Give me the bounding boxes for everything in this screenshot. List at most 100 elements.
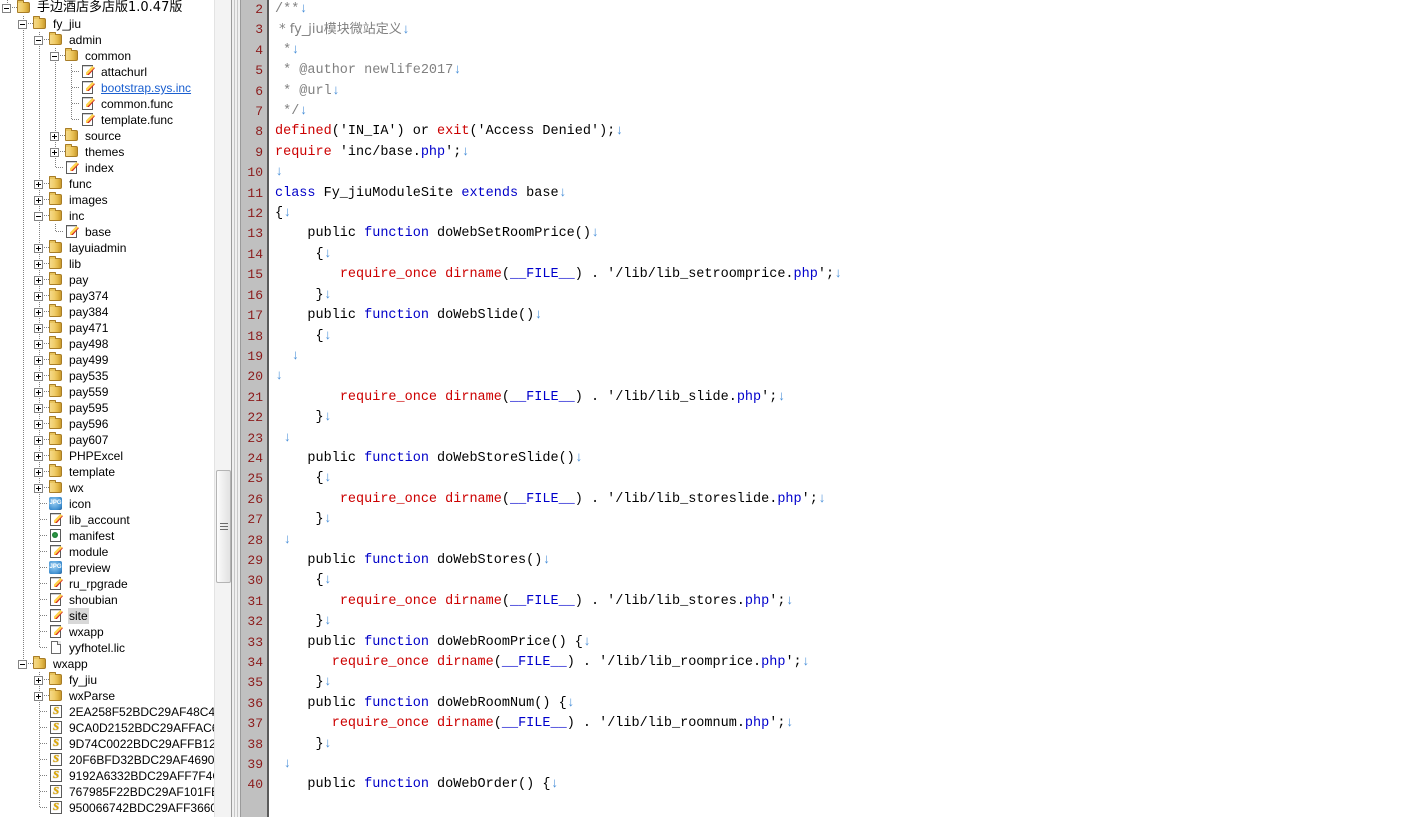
tree-item-lib[interactable]: lib [0,256,231,272]
expand-icon[interactable] [32,240,49,256]
code-line[interactable]: * @url↓ [275,82,1411,102]
tree-item-wxapp[interactable]: wxapp [0,656,231,672]
code-line[interactable]: {↓ [275,245,1411,265]
tree-item-template[interactable]: template [0,464,231,480]
code-content[interactable]: /**↓ * fy_jiu模块微站定义↓ *↓ * @author newlif… [269,0,1411,817]
code-line[interactable]: * fy_jiu模块微站定义↓ [275,20,1411,40]
expand-icon[interactable] [32,176,49,192]
code-line[interactable]: {↓ [275,327,1411,347]
tree-item-layuiadmin[interactable]: layuiadmin [0,240,231,256]
tree-item-inc[interactable]: inc [0,208,231,224]
tree-item-bootstrap-sys-inc[interactable]: bootstrap.sys.inc [0,80,231,96]
expand-icon[interactable] [32,272,49,288]
code-line[interactable]: public function doWebRoomNum() {↓ [275,694,1411,714]
collapse-icon[interactable] [16,656,33,672]
tree-item-index[interactable]: index [0,160,231,176]
code-line[interactable]: }↓ [275,612,1411,632]
expand-icon[interactable] [32,320,49,336]
code-line[interactable]: ↓ [275,367,1411,387]
code-line[interactable]: ↓ [275,755,1411,775]
collapse-icon[interactable] [16,16,33,32]
expand-icon[interactable] [32,448,49,464]
tree-vertical-scrollbar[interactable] [214,0,231,817]
code-line[interactable]: */↓ [275,102,1411,122]
tree-item-attachurl[interactable]: attachurl [0,64,231,80]
expand-icon[interactable] [32,432,49,448]
tree-item-common[interactable]: common [0,48,231,64]
tree-item-9d74c0022bdc29affb12a8050[interactable]: 9D74C0022BDC29AFFB12A8050 [0,736,231,752]
code-line[interactable]: * @author newlife2017↓ [275,61,1411,81]
code-line[interactable]: ↓ [275,429,1411,449]
expand-icon[interactable] [32,304,49,320]
tree-item-pay[interactable]: pay [0,272,231,288]
code-line[interactable]: {↓ [275,469,1411,489]
code-line[interactable]: public function doWebStoreSlide()↓ [275,449,1411,469]
code-line[interactable]: require_once dirname(__FILE__) . '/lib/l… [275,490,1411,510]
tree-item-2ea258f52bdc29af48c430f2d[interactable]: 2EA258F52BDC29AF48C430F2D [0,704,231,720]
tree-item-wx[interactable]: wx [0,480,231,496]
tree-item-wxapp[interactable]: wxapp [0,624,231,640]
code-line[interactable]: require_once dirname(__FILE__) . '/lib/l… [275,714,1411,734]
code-editor[interactable]: 2 3 4 5 6 7 8 9 10 11 12 13 14 15 16 17 18 19 20 21 22 23 24 25… [241,0,1411,817]
expand-icon[interactable] [32,368,49,384]
code-line[interactable]: {↓ [275,204,1411,224]
code-line[interactable]: public function doWebSlide()↓ [275,306,1411,326]
code-line[interactable]: public function doWebOrder() {↓ [275,775,1411,795]
tree-item-ru-rpgrade[interactable]: ru_rpgrade [0,576,231,592]
collapse-icon[interactable] [32,208,49,224]
expand-icon[interactable] [32,336,49,352]
tree-item-themes[interactable]: themes [0,144,231,160]
tree-item-pay471[interactable]: pay471 [0,320,231,336]
code-line[interactable]: public function doWebSetRoomPrice()↓ [275,224,1411,244]
tree-item-pay535[interactable]: pay535 [0,368,231,384]
expand-icon[interactable] [32,192,49,208]
code-line[interactable]: }↓ [275,673,1411,693]
tree-item-base[interactable]: base [0,224,231,240]
tree-item-shoubian[interactable]: shoubian [0,592,231,608]
tree-item-manifest[interactable]: manifest [0,528,231,544]
code-line[interactable]: }↓ [275,286,1411,306]
tree-item-pay595[interactable]: pay595 [0,400,231,416]
expand-icon[interactable] [32,400,49,416]
code-line[interactable]: {↓ [275,571,1411,591]
tree-item-icon[interactable]: icon [0,496,231,512]
tree-item-9192a6332bdc29aff7f4ce345[interactable]: 9192A6332BDC29AFF7F4CE345 [0,768,231,784]
code-line[interactable]: }↓ [275,735,1411,755]
tree-item-pay374[interactable]: pay374 [0,288,231,304]
code-line[interactable]: ↓ [275,163,1411,183]
tree-item-pay559[interactable]: pay559 [0,384,231,400]
tree-item-1-0-47[interactable]: 手边酒店多店版1.0.47版 [0,0,231,16]
code-line[interactable]: *↓ [275,41,1411,61]
code-line[interactable]: require_once dirname(__FILE__) . '/lib/l… [275,265,1411,285]
tree-item-site[interactable]: site [0,608,231,624]
expand-icon[interactable] [32,480,49,496]
tree-item-950066742bdc29aff3660e733[interactable]: 950066742BDC29AFF3660E733 [0,800,231,816]
expand-icon[interactable] [32,288,49,304]
tree-item-pay499[interactable]: pay499 [0,352,231,368]
tree-item-wxparse[interactable]: wxParse [0,688,231,704]
expand-icon[interactable] [32,688,49,704]
tree-item-fy-jiu[interactable]: fy_jiu [0,672,231,688]
tree-item-common-func[interactable]: common.func [0,96,231,112]
code-line[interactable]: require 'inc/base.php';↓ [275,143,1411,163]
code-line[interactable]: require_once dirname(__FILE__) . '/lib/l… [275,388,1411,408]
code-line[interactable]: ↓ [275,531,1411,551]
code-line[interactable]: public function doWebStores()↓ [275,551,1411,571]
panel-splitter[interactable] [231,0,241,817]
tree-item-source[interactable]: source [0,128,231,144]
tree-item-func[interactable]: func [0,176,231,192]
tree-item-admin[interactable]: admin [0,32,231,48]
code-line[interactable]: class Fy_jiuModuleSite extends base↓ [275,184,1411,204]
code-line[interactable]: }↓ [275,408,1411,428]
expand-icon[interactable] [32,384,49,400]
tree-item-20f6bfd32bdc29af4690d7d4e[interactable]: 20F6BFD32BDC29AF4690D7D4E [0,752,231,768]
tree-item-images[interactable]: images [0,192,231,208]
tree-item-pay596[interactable]: pay596 [0,416,231,432]
tree-item-9ca0d2152bdc29affac6ba12[interactable]: 9CA0D2152BDC29AFFAC6BA12 [0,720,231,736]
tree-item-pay607[interactable]: pay607 [0,432,231,448]
expand-icon[interactable] [32,352,49,368]
tree-item-pay498[interactable]: pay498 [0,336,231,352]
tree-item-preview[interactable]: preview [0,560,231,576]
code-line[interactable]: public function doWebRoomPrice() {↓ [275,633,1411,653]
code-line[interactable]: require_once dirname(__FILE__) . '/lib/l… [275,653,1411,673]
